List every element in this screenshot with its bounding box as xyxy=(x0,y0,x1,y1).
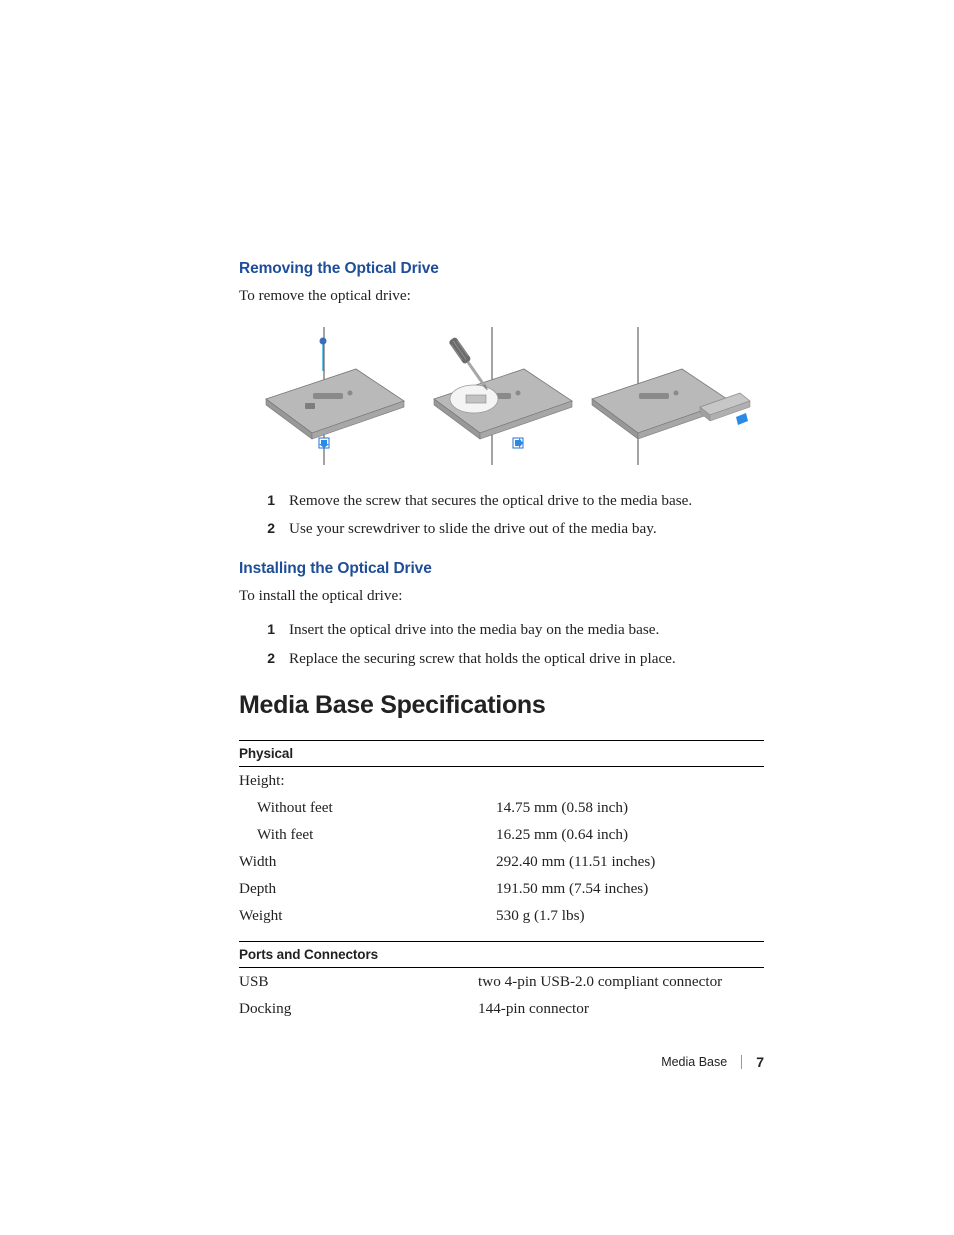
step-installing-2: 2 Replace the securing screw that holds … xyxy=(265,649,764,670)
figure-panel-2 xyxy=(418,321,586,471)
spec-value: two 4-pin USB-2.0 compliant connector xyxy=(478,968,764,996)
spec-row-depth: Depth 191.50 mm (7.54 inches) xyxy=(239,875,764,902)
step-number: 1 xyxy=(265,620,275,639)
spec-label: Without feet xyxy=(239,794,496,821)
page: Removing the Optical Drive To remove the… xyxy=(0,0,954,1235)
spec-row-weight: Weight 530 g (1.7 lbs) xyxy=(239,902,764,929)
spec-section-physical: Physical xyxy=(239,741,764,767)
spec-label: Docking xyxy=(239,995,478,1022)
spec-label: Depth xyxy=(239,875,496,902)
spec-value xyxy=(496,767,764,795)
heading-media-base-specifications: Media Base Specifications xyxy=(239,691,764,720)
step-number: 1 xyxy=(265,491,275,510)
spec-label: Weight xyxy=(239,902,496,929)
step-number: 2 xyxy=(265,649,275,668)
footer-divider xyxy=(741,1055,742,1069)
step-removing-1: 1 Remove the screw that secures the opti… xyxy=(265,491,764,512)
heading-removing-optical-drive: Removing the Optical Drive xyxy=(239,260,764,278)
spec-label: Height: xyxy=(239,767,496,795)
spec-value: 16.25 mm (0.64 inch) xyxy=(496,821,764,848)
spec-value: 191.50 mm (7.54 inches) xyxy=(496,875,764,902)
spec-value: 14.75 mm (0.58 inch) xyxy=(496,794,764,821)
spec-table-ports: Ports and Connectors USB two 4-pin USB-2… xyxy=(239,941,764,1022)
heading-installing-optical-drive: Installing the Optical Drive xyxy=(239,560,764,578)
intro-removing: To remove the optical drive: xyxy=(239,286,764,307)
spec-value: 292.40 mm (11.51 inches) xyxy=(496,848,764,875)
step-text: Remove the screw that secures the optica… xyxy=(289,491,692,512)
spec-row-usb: USB two 4-pin USB-2.0 compliant connecto… xyxy=(239,968,764,996)
spec-label: USB xyxy=(239,968,478,996)
step-text: Replace the securing screw that holds th… xyxy=(289,649,676,670)
figure-panel-3 xyxy=(586,321,754,471)
figure-optical-drive-removal xyxy=(239,321,764,471)
steps-installing: 1 Insert the optical drive into the medi… xyxy=(239,620,764,669)
spec-section-ports: Ports and Connectors xyxy=(239,942,764,968)
spec-row-without-feet: Without feet 14.75 mm (0.58 inch) xyxy=(239,794,764,821)
step-text: Insert the optical drive into the media … xyxy=(289,620,659,641)
figure-panel-1 xyxy=(250,321,418,471)
step-removing-2: 2 Use your screwdriver to slide the driv… xyxy=(265,519,764,540)
spec-row-height: Height: xyxy=(239,767,764,795)
step-number: 2 xyxy=(265,519,275,538)
spec-row-with-feet: With feet 16.25 mm (0.64 inch) xyxy=(239,821,764,848)
spec-table-physical: Physical Height: Without feet 14.75 mm (… xyxy=(239,740,764,929)
spec-row-docking: Docking 144-pin connector xyxy=(239,995,764,1022)
step-installing-1: 1 Insert the optical drive into the medi… xyxy=(265,620,764,641)
page-footer: Media Base 7 xyxy=(661,1054,764,1070)
spec-value: 144-pin connector xyxy=(478,995,764,1022)
spec-label: Width xyxy=(239,848,496,875)
intro-installing: To install the optical drive: xyxy=(239,586,764,607)
footer-title: Media Base xyxy=(661,1055,727,1069)
footer-page-number: 7 xyxy=(756,1054,764,1070)
spec-label: With feet xyxy=(239,821,496,848)
step-text: Use your screwdriver to slide the drive … xyxy=(289,519,657,540)
steps-removing: 1 Remove the screw that secures the opti… xyxy=(239,491,764,540)
spec-value: 530 g (1.7 lbs) xyxy=(496,902,764,929)
spec-row-width: Width 292.40 mm (11.51 inches) xyxy=(239,848,764,875)
